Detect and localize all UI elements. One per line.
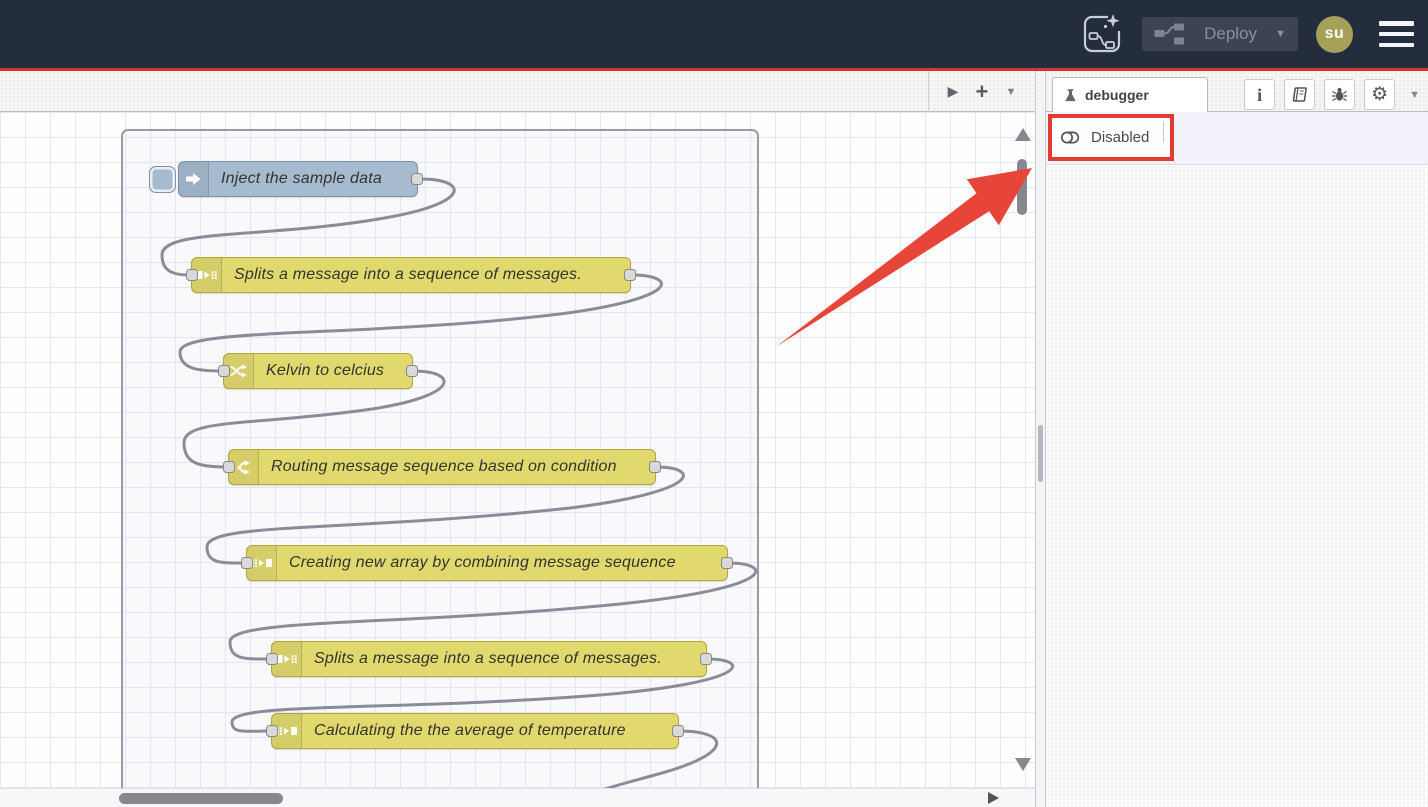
output-port[interactable] [649, 461, 661, 473]
node-label: Splits a message into a sequence of mess… [222, 266, 594, 284]
annotation-box: Disabled [1048, 114, 1174, 161]
workspace-column: ▶ + ▼ [0, 71, 1035, 807]
sidebar: debugger i [1046, 71, 1428, 807]
header: Deploy ▼ su [0, 0, 1428, 68]
hamburger-menu-icon[interactable] [1379, 21, 1414, 47]
sidebar-splitter[interactable] [1035, 71, 1046, 807]
info-icon: i [1257, 86, 1262, 104]
flow-assistant-icon [1080, 11, 1124, 57]
node-label: Routing message sequence based on condit… [259, 458, 629, 476]
bug-icon [1331, 86, 1348, 103]
tab-debugger[interactable]: debugger [1052, 77, 1208, 112]
scroll-tabs-right-icon[interactable]: ▶ [948, 83, 959, 100]
node-label: Splits a message into a sequence of mess… [302, 650, 674, 668]
node-switch[interactable]: Routing message sequence based on condit… [228, 449, 656, 485]
input-port[interactable] [241, 557, 253, 569]
settings-button[interactable]: ⚙ [1364, 79, 1395, 110]
output-port[interactable] [672, 725, 684, 737]
toolbar-separator [1163, 122, 1164, 142]
workspace-tab-bar: ▶ + ▼ [0, 71, 1035, 112]
output-port[interactable] [700, 653, 712, 665]
node-change[interactable]: Kelvin to celcius [223, 353, 413, 389]
header-actions: Deploy ▼ su [1080, 0, 1414, 68]
input-port[interactable] [266, 653, 278, 665]
gear-icon: ⚙ [1371, 85, 1388, 104]
book-icon [1291, 86, 1308, 103]
main-area: ▶ + ▼ [0, 71, 1428, 807]
splitter-handle[interactable] [1038, 425, 1043, 482]
library-button[interactable] [1284, 79, 1315, 110]
inject-arrow-icon [179, 162, 209, 196]
flow-assistant-button[interactable] [1080, 11, 1124, 57]
tab-label: debugger [1085, 87, 1149, 103]
deploy-label: Deploy [1196, 24, 1265, 44]
node-label: Inject the sample data [209, 170, 394, 188]
workspace-tab-controls: ▶ + ▼ [928, 71, 1035, 112]
output-port[interactable] [411, 173, 423, 185]
node-label: Kelvin to celcius [254, 362, 396, 380]
sidebar-tools-chevron-icon[interactable]: ▼ [1409, 89, 1420, 101]
debugger-panel-body [1046, 165, 1428, 807]
debugger-toolbar: Disabled [1046, 112, 1428, 165]
vertical-scrollbar-thumb[interactable] [1017, 159, 1027, 215]
flask-icon [1063, 88, 1078, 103]
deploy-chevron-icon[interactable]: ▼ [1275, 28, 1286, 40]
sidebar-tab-bar: debugger i [1046, 71, 1428, 112]
input-port[interactable] [186, 269, 198, 281]
node-inject[interactable]: Inject the sample data [178, 161, 418, 197]
debugger-toggle-label[interactable]: Disabled [1091, 129, 1149, 146]
scroll-right-arrow[interactable] [988, 792, 999, 804]
output-port[interactable] [624, 269, 636, 281]
scroll-up-arrow[interactable] [1015, 128, 1031, 141]
add-flow-button[interactable]: + [976, 79, 989, 105]
node-join[interactable]: Creating new array by combining message … [246, 545, 728, 581]
debug-button[interactable] [1324, 79, 1355, 110]
deploy-button[interactable]: Deploy ▼ [1142, 17, 1298, 51]
node-join[interactable]: Calculating the the average of temperatu… [271, 713, 679, 749]
horizontal-scrollbar-thumb[interactable] [119, 793, 283, 804]
user-avatar[interactable]: su [1316, 16, 1353, 53]
info-button[interactable]: i [1244, 79, 1275, 110]
flow-canvas: Inject the sample data Splits a message … [0, 112, 1035, 788]
output-port[interactable] [721, 557, 733, 569]
node-label: Creating new array by combining message … [277, 554, 688, 572]
node-label: Calculating the the average of temperatu… [302, 722, 638, 740]
inject-button[interactable] [149, 166, 176, 193]
node-split[interactable]: Splits a message into a sequence of mess… [191, 257, 631, 293]
sidebar-tools: i [1244, 79, 1420, 110]
toggle-off-icon[interactable] [1060, 130, 1083, 145]
scroll-down-arrow[interactable] [1015, 758, 1031, 771]
input-port[interactable] [218, 365, 230, 377]
node-split[interactable]: Splits a message into a sequence of mess… [271, 641, 707, 677]
input-port[interactable] [266, 725, 278, 737]
horizontal-scrollbar[interactable] [0, 788, 1035, 807]
output-port[interactable] [406, 365, 418, 377]
flow-list-chevron-icon[interactable]: ▼ [1006, 86, 1017, 98]
input-port[interactable] [223, 461, 235, 473]
deploy-nodes-icon [1154, 22, 1186, 46]
